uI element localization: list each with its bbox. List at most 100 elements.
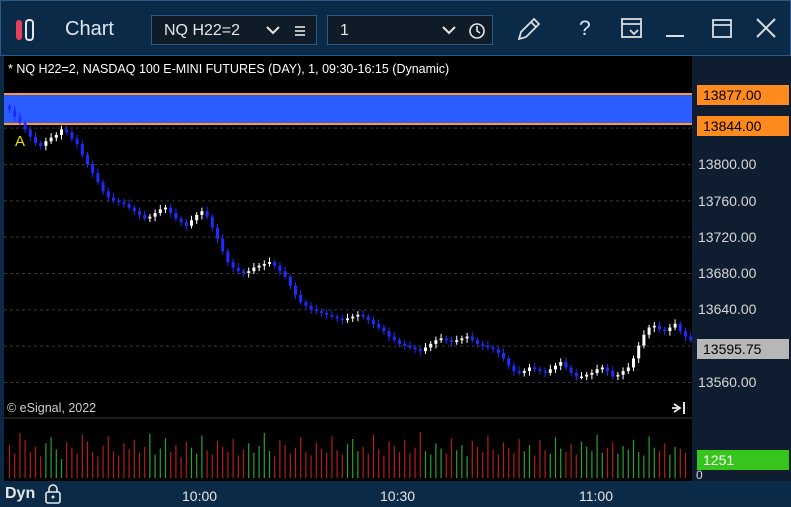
candle-body [190, 220, 193, 226]
candle-body [54, 134, 58, 138]
candle-body [491, 347, 495, 350]
price-band [4, 94, 692, 125]
lock-icon[interactable] [44, 484, 62, 504]
candle-body [106, 191, 110, 198]
chart-marker-label: A [15, 133, 26, 150]
candle-body [278, 265, 282, 272]
candle-body [590, 372, 594, 375]
candle-body [117, 200, 121, 203]
minimize-icon[interactable] [663, 15, 687, 43]
candle-body [444, 338, 448, 341]
candle-body [398, 340, 401, 344]
candle-body [621, 371, 625, 375]
candle-body [392, 336, 396, 341]
time-tick-label: 11:00 [579, 488, 613, 504]
candle-body [502, 352, 505, 359]
candle-body [632, 358, 635, 368]
app-logo-icon [16, 19, 34, 41]
pencil-icon[interactable] [513, 15, 543, 45]
candle-body [39, 143, 43, 146]
candle-body [242, 271, 245, 273]
candle-body [424, 347, 427, 352]
candle-body [616, 374, 620, 377]
candle-body [158, 209, 162, 214]
candle-body [184, 222, 188, 226]
candle-body [533, 367, 537, 370]
candle-body [169, 207, 173, 214]
candle-body [611, 371, 615, 377]
candle-body [486, 345, 490, 348]
candle-body [174, 213, 178, 219]
interval-input[interactable]: 1 [340, 22, 349, 40]
candle-body [481, 343, 485, 346]
candle-body [247, 271, 251, 273]
candle-body [382, 327, 386, 332]
candle-body [60, 129, 63, 135]
chevron-down-icon[interactable] [266, 24, 280, 36]
candle-body [470, 336, 474, 341]
chart-info-line: * NQ H22=2, NASDAQ 100 E-MINI FUTURES (D… [8, 62, 450, 76]
time-tick-label: 10:30 [380, 488, 416, 504]
help-icon[interactable]: ? [579, 17, 591, 41]
clock-icon[interactable] [468, 22, 486, 40]
candle-body [148, 216, 152, 219]
chevron-down-icon[interactable] [442, 24, 456, 36]
candle-body [450, 340, 453, 343]
candle-body [668, 327, 672, 332]
list-icon[interactable] [293, 24, 307, 38]
candle-body [496, 349, 500, 353]
candle-body [205, 211, 209, 217]
candle-body [658, 325, 661, 330]
candle-body [517, 371, 521, 373]
candle-body [143, 214, 147, 219]
candle-body [569, 367, 573, 373]
candle-body [80, 144, 84, 155]
symbol-input[interactable]: NQ H22=2 [164, 22, 240, 40]
candle-body [153, 213, 157, 217]
candle-body [439, 338, 443, 341]
candle-body [340, 318, 344, 321]
candle-body [49, 137, 53, 142]
close-icon[interactable] [753, 15, 779, 43]
candle-body [236, 267, 240, 272]
candle-body [543, 371, 547, 373]
time-tick-label: 10:00 [182, 488, 218, 504]
interval-selector[interactable]: 1 [327, 15, 493, 45]
dynamic-mode-label[interactable]: Dyn [5, 485, 35, 503]
candle-body [642, 334, 646, 346]
candle-body [476, 340, 479, 344]
candle-body [522, 371, 526, 373]
candle-body [585, 374, 589, 377]
candle-body [179, 218, 183, 223]
candle-body [418, 349, 422, 352]
volume-zero-label: 0 [696, 468, 703, 482]
candle-body [231, 262, 235, 268]
candle-body [288, 276, 292, 286]
candle-body [122, 202, 126, 204]
candle-body [413, 347, 417, 350]
candle-body [330, 314, 334, 317]
symbol-selector[interactable]: NQ H22=2 [151, 15, 317, 45]
candle-body [96, 173, 100, 183]
price-chart[interactable] [0, 56, 791, 507]
candle-body [408, 345, 412, 348]
candle-body [335, 316, 339, 319]
candle-body [221, 238, 225, 252]
candle-body [195, 214, 199, 221]
candle-body [626, 367, 630, 372]
candle-body [346, 318, 349, 321]
upper-band-price-badge: 13877.00 [697, 85, 789, 105]
maximize-icon[interactable] [709, 15, 735, 43]
candle-body [28, 129, 32, 137]
candle-body [377, 323, 381, 328]
candle-body [647, 327, 651, 335]
window-titlebar: Chart NQ H22=2 1 ? [0, 0, 791, 56]
candle-body [86, 154, 89, 164]
lower-band-price-badge: 13844.00 [697, 116, 789, 136]
candle-body [600, 367, 604, 370]
price-tick-label: 13800.00 [698, 156, 757, 172]
candle-body [309, 305, 313, 310]
candle-body [637, 345, 641, 359]
candle-body [465, 336, 469, 339]
layout-icon[interactable] [619, 15, 645, 43]
